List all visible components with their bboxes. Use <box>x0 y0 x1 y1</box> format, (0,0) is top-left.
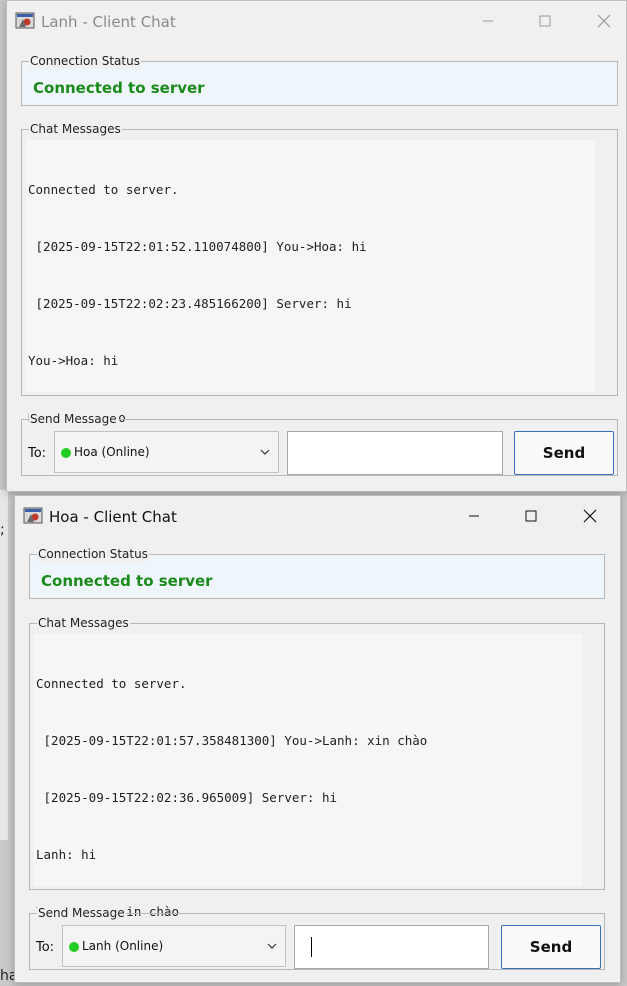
close-button[interactable] <box>573 502 607 530</box>
online-dot-icon <box>69 942 79 952</box>
window-title: Hoa - Client Chat <box>49 508 177 526</box>
close-icon <box>583 509 597 523</box>
java-app-icon <box>23 505 43 525</box>
connection-status-panel: Connection Status Connected to server <box>29 546 605 599</box>
chat-line: Connected to server. <box>36 676 187 691</box>
maximize-icon <box>525 510 537 522</box>
text-caret <box>311 937 312 957</box>
connection-status-text: Connected to server <box>41 572 213 590</box>
maximize-icon <box>539 15 551 27</box>
send-button[interactable]: Send <box>514 431 614 475</box>
chat-line: [2025-09-15T22:02:23.485166200] Server: … <box>28 296 352 311</box>
maximize-button[interactable] <box>514 502 548 530</box>
minimize-icon <box>469 515 479 517</box>
recipient-selected: Hoa (Online) <box>74 445 150 459</box>
chat-messages-legend: Chat Messages <box>37 615 130 631</box>
message-input[interactable] <box>294 925 489 969</box>
recipient-selected: Lanh (Online) <box>82 939 164 953</box>
connection-status-legend: Connection Status <box>37 546 149 562</box>
chat-messages-legend: Chat Messages <box>29 121 122 137</box>
chat-line: Lanh: hi <box>36 847 97 862</box>
online-dot-icon <box>61 448 71 458</box>
minimize-button[interactable] <box>471 7 505 35</box>
chat-window-hoa[interactable]: Hoa - Client Chat Connection Status Conn… <box>14 495 621 983</box>
close-icon <box>597 14 611 28</box>
message-input[interactable] <box>287 431 503 475</box>
minimize-icon <box>483 20 493 22</box>
chat-line: [2025-09-15T22:02:36.965009] Server: hi <box>36 790 338 805</box>
close-button[interactable] <box>587 7 621 35</box>
maximize-button[interactable] <box>528 7 562 35</box>
background-window-edge <box>0 490 8 840</box>
send-message-legend: Send Message <box>37 905 126 921</box>
chevron-down-icon <box>260 449 270 455</box>
title-bar[interactable]: Lanh - Client Chat <box>7 1 626 41</box>
send-message-legend: Send Message <box>29 411 118 427</box>
to-label: To: <box>36 940 55 955</box>
connection-status-panel: Connection Status Connected to server <box>21 53 618 106</box>
send-message-panel: Send Message To: Lanh (Online) Send <box>29 905 605 970</box>
chat-messages-panel: Chat Messages Connected to server. [2025… <box>21 121 618 425</box>
send-button[interactable]: Send <box>501 925 601 969</box>
window-title: Lanh - Client Chat <box>41 13 176 31</box>
recipient-dropdown[interactable]: Hoa (Online) <box>54 431 279 473</box>
java-app-icon <box>15 10 35 30</box>
chat-line: [2025-09-15T22:01:57.358481300] You->Lan… <box>36 733 428 748</box>
title-bar[interactable]: Hoa - Client Chat <box>15 496 620 536</box>
chat-line: [2025-09-15T22:01:52.110074800] You->Hoa… <box>28 239 367 254</box>
chat-messages-area[interactable]: Connected to server. [2025-09-15T22:01:5… <box>34 634 582 919</box>
chat-line: You->Hoa: hi <box>28 353 119 368</box>
to-label: To: <box>28 446 47 461</box>
recipient-dropdown[interactable]: Lanh (Online) <box>62 925 286 967</box>
chevron-down-icon <box>267 943 277 949</box>
chat-messages-panel: Chat Messages Connected to server. [2025… <box>29 615 605 919</box>
chat-line: Connected to server. <box>28 182 179 197</box>
chat-messages-area[interactable]: Connected to server. [2025-09-15T22:01:5… <box>26 140 595 425</box>
background-text-fragment: ; <box>0 522 5 538</box>
chat-window-lanh[interactable]: Lanh - Client Chat Connection Status Con… <box>6 0 627 492</box>
connection-status-text: Connected to server <box>33 79 205 97</box>
send-message-panel: Send Message To: Hoa (Online) Send <box>21 411 618 476</box>
minimize-button[interactable] <box>457 502 491 530</box>
connection-status-legend: Connection Status <box>29 53 141 69</box>
